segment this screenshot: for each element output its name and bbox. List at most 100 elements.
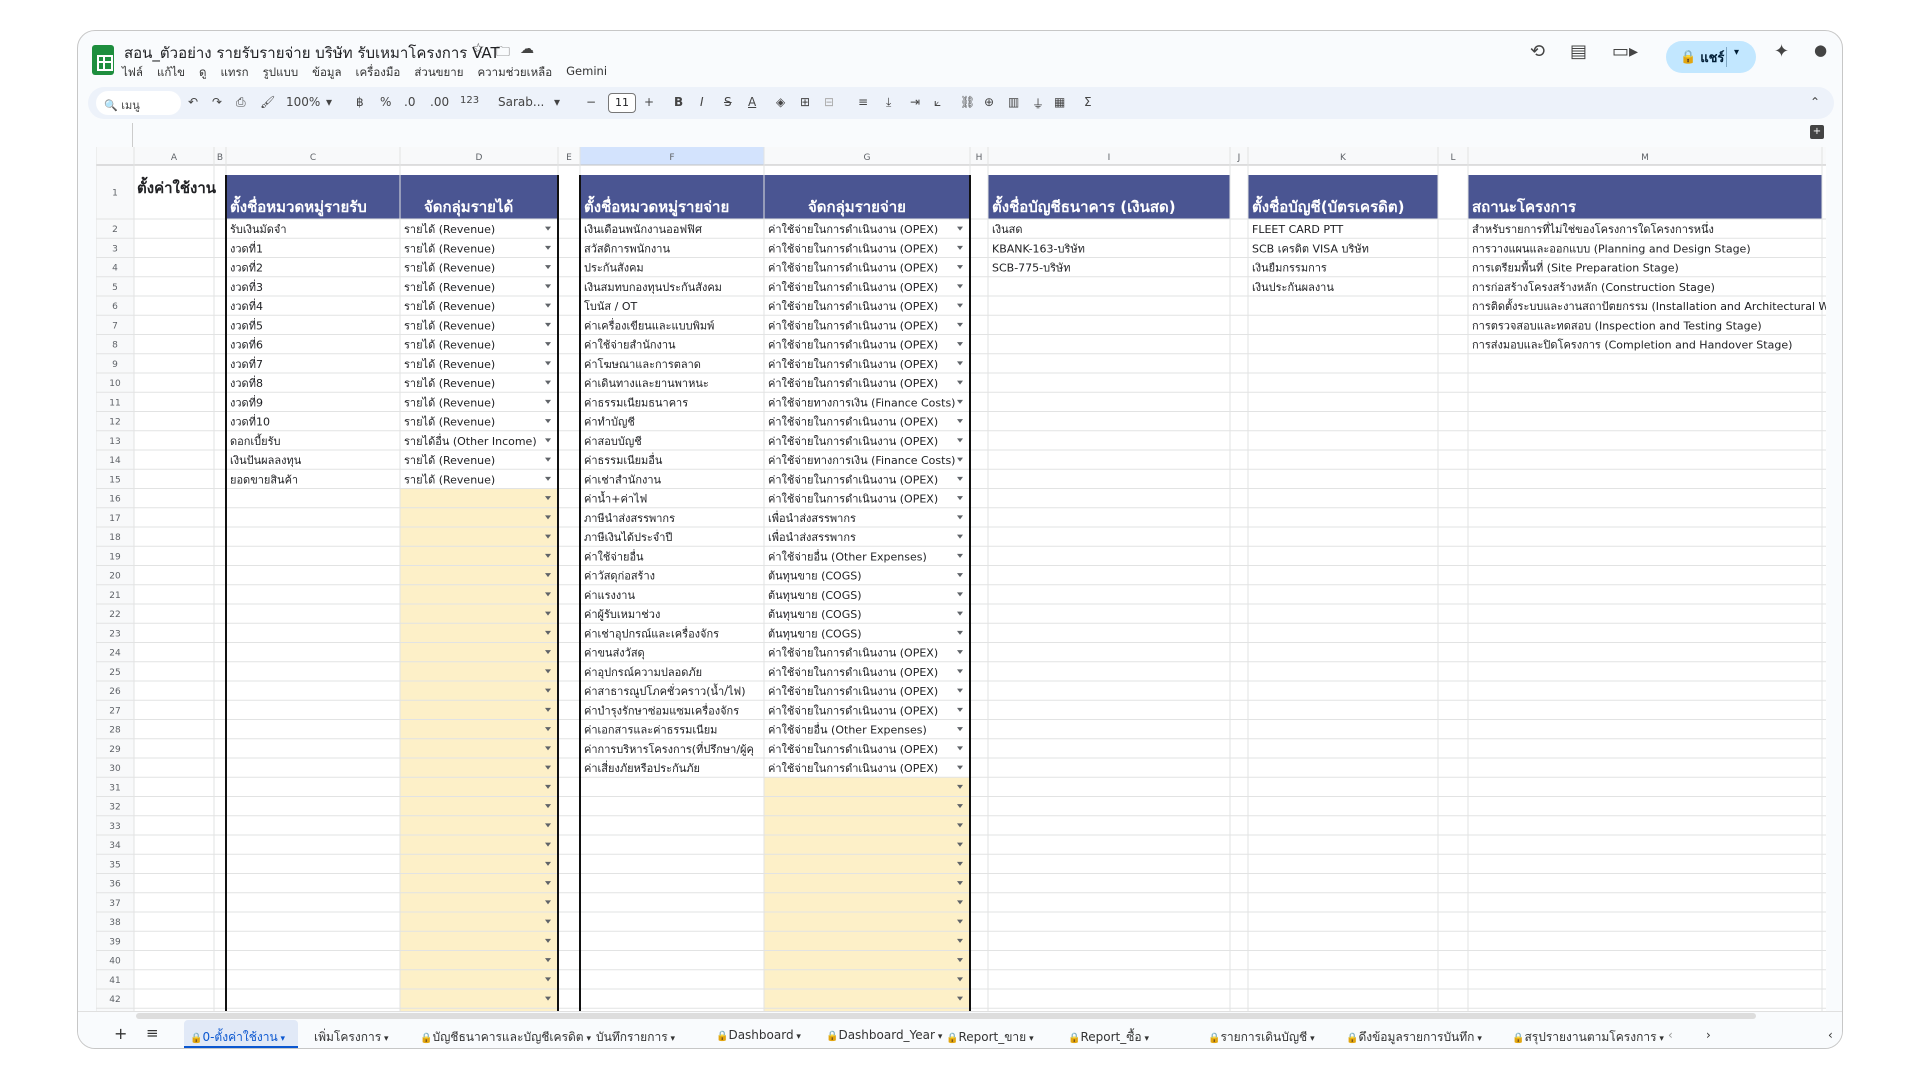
chevron-down-icon[interactable] <box>957 727 963 732</box>
chevron-down-icon[interactable] <box>957 688 963 693</box>
highlight-cell[interactable] <box>400 950 558 970</box>
highlight-cell[interactable] <box>400 700 558 720</box>
menu-item[interactable]: ความช่วยเหลือ <box>477 64 552 82</box>
version-history-icon[interactable]: ⟲ <box>1530 41 1545 62</box>
print-icon[interactable]: ⎙ <box>236 95 246 110</box>
highlight-cell[interactable] <box>764 873 970 893</box>
text-rotation-icon[interactable]: ⟀ <box>934 95 941 110</box>
chevron-down-icon[interactable] <box>545 342 551 347</box>
chevron-down-icon[interactable]: ▾ <box>1142 1034 1149 1044</box>
chevron-down-icon[interactable] <box>957 457 963 462</box>
chevron-down-icon[interactable] <box>957 534 963 539</box>
highlight-cell[interactable] <box>400 565 558 585</box>
all-sheets-icon[interactable]: ≡ <box>146 1024 159 1042</box>
font-size-increase-button[interactable]: + <box>644 95 654 109</box>
chevron-down-icon[interactable] <box>545 226 551 231</box>
chevron-down-icon[interactable] <box>545 245 551 250</box>
highlight-cell[interactable] <box>764 969 970 989</box>
chevron-down-icon[interactable] <box>545 284 551 289</box>
scroll-tabs-left-icon[interactable]: ‹ <box>1668 1028 1673 1042</box>
chevron-down-icon[interactable] <box>957 399 963 404</box>
chevron-down-icon[interactable] <box>957 592 963 597</box>
chevron-down-icon[interactable] <box>545 438 551 443</box>
menu-item[interactable]: แก้ไข <box>157 64 185 82</box>
highlight-cell[interactable] <box>400 835 558 855</box>
highlight-cell[interactable] <box>400 661 558 681</box>
comment-icon[interactable]: ⊕ <box>984 95 994 109</box>
highlight-cell[interactable] <box>764 912 970 932</box>
highlight-cell[interactable] <box>400 604 558 624</box>
highlight-cell[interactable] <box>400 969 558 989</box>
gemini-sparkle-icon[interactable]: ✦ <box>1774 41 1789 62</box>
chevron-down-icon[interactable] <box>957 650 963 655</box>
sheet-tab[interactable]: 🔒Report_ซื้อ ▾ <box>1068 1028 1149 1047</box>
highlight-cell[interactable] <box>400 892 558 912</box>
chevron-down-icon[interactable] <box>957 573 963 578</box>
more-formats-button[interactable]: 123 <box>460 95 479 106</box>
chevron-down-icon[interactable] <box>957 630 963 635</box>
highlight-cell[interactable] <box>764 931 970 951</box>
chevron-down-icon[interactable] <box>545 476 551 481</box>
chevron-down-icon[interactable] <box>545 399 551 404</box>
spreadsheet-grid[interactable]: ABCDEFGHIJKLMN12345678910111213141516171… <box>96 147 1826 1011</box>
menu-item[interactable]: รูปแบบ <box>263 64 299 82</box>
add-sheet-icon[interactable]: + <box>114 1024 127 1043</box>
highlight-cell[interactable] <box>400 873 558 893</box>
chevron-down-icon[interactable] <box>957 342 963 347</box>
highlight-cell[interactable] <box>764 815 970 835</box>
comments-icon[interactable]: ▤ <box>1570 41 1587 62</box>
align-left-icon[interactable]: ≡ <box>858 95 868 109</box>
chevron-down-icon[interactable]: ▾ <box>1474 1034 1482 1044</box>
sheets-logo-icon[interactable] <box>92 45 114 75</box>
chevron-down-icon[interactable] <box>957 380 963 385</box>
chevron-down-icon[interactable] <box>545 265 551 270</box>
chevron-down-icon[interactable] <box>957 496 963 501</box>
chevron-down-icon[interactable]: ▾ <box>1307 1034 1315 1044</box>
chevron-down-icon[interactable]: ▾ <box>381 1034 389 1044</box>
highlight-cell[interactable] <box>764 892 970 912</box>
highlight-cell[interactable] <box>764 989 970 1009</box>
sheet-tab[interactable]: 🔒Dashboard_Year ▾ <box>826 1028 942 1042</box>
paint-format-icon[interactable]: 🖌 <box>260 95 275 109</box>
cell-grid[interactable]: ABCDEFGHIJKLMN12345678910111213141516171… <box>96 147 1826 1011</box>
increase-decimal-button[interactable]: .00 <box>430 95 449 109</box>
italic-button[interactable]: I <box>700 95 704 109</box>
link-icon[interactable]: ⛓ <box>960 95 975 109</box>
chevron-down-icon[interactable] <box>957 746 963 751</box>
expand-icon[interactable]: + <box>1810 125 1824 139</box>
sheet-tab[interactable]: 🔒บัญชีธนาคารและบัญชีเครดิต ▾ <box>420 1028 591 1047</box>
chevron-down-icon[interactable] <box>545 303 551 308</box>
highlight-cell[interactable] <box>400 989 558 1009</box>
sheet-tab[interactable]: 🔒สรุปรายงานตามโครงการ ▾ <box>1512 1028 1664 1047</box>
chevron-down-icon[interactable]: ▾ <box>1734 47 1739 58</box>
highlight-cell[interactable] <box>400 777 558 797</box>
highlight-cell[interactable] <box>764 835 970 855</box>
highlight-cell[interactable] <box>400 642 558 662</box>
bold-button[interactable]: B <box>674 95 683 109</box>
chart-icon[interactable]: ▥ <box>1008 95 1019 109</box>
currency-format-button[interactable]: ฿ <box>356 95 364 109</box>
font-size-decrease-button[interactable]: − <box>586 95 596 109</box>
chevron-down-icon[interactable] <box>957 515 963 520</box>
decrease-decimal-button[interactable]: .0 <box>404 95 415 109</box>
highlight-cell[interactable] <box>400 623 558 643</box>
chevron-down-icon[interactable]: ▾ <box>554 95 560 109</box>
star-icon[interactable]: ☆ <box>472 41 485 57</box>
chevron-down-icon[interactable] <box>957 476 963 481</box>
filter-icon[interactable]: ⏚ <box>1032 95 1044 112</box>
highlight-cell[interactable] <box>400 815 558 835</box>
chevron-down-icon[interactable] <box>957 611 963 616</box>
chevron-down-icon[interactable] <box>957 303 963 308</box>
highlight-cell[interactable] <box>764 950 970 970</box>
sheet-tab[interactable]: 🔒Dashboard ▾ <box>716 1028 801 1042</box>
font-select[interactable]: Sarab... <box>498 95 544 109</box>
highlight-cell[interactable] <box>400 854 558 874</box>
chevron-down-icon[interactable] <box>957 284 963 289</box>
explore-icon[interactable]: ‹ <box>1828 1028 1833 1042</box>
zoom-select[interactable]: 100% <box>286 95 320 109</box>
sheet-tab[interactable]: บันทึกรายการ ▾ <box>596 1028 675 1047</box>
highlight-cell[interactable] <box>400 758 558 778</box>
menu-item[interactable]: เครื่องมือ <box>356 64 401 82</box>
sheet-tab[interactable]: 🔒รายการเดินบัญชี ▾ <box>1208 1028 1315 1047</box>
undo-icon[interactable]: ↶ <box>188 95 198 109</box>
